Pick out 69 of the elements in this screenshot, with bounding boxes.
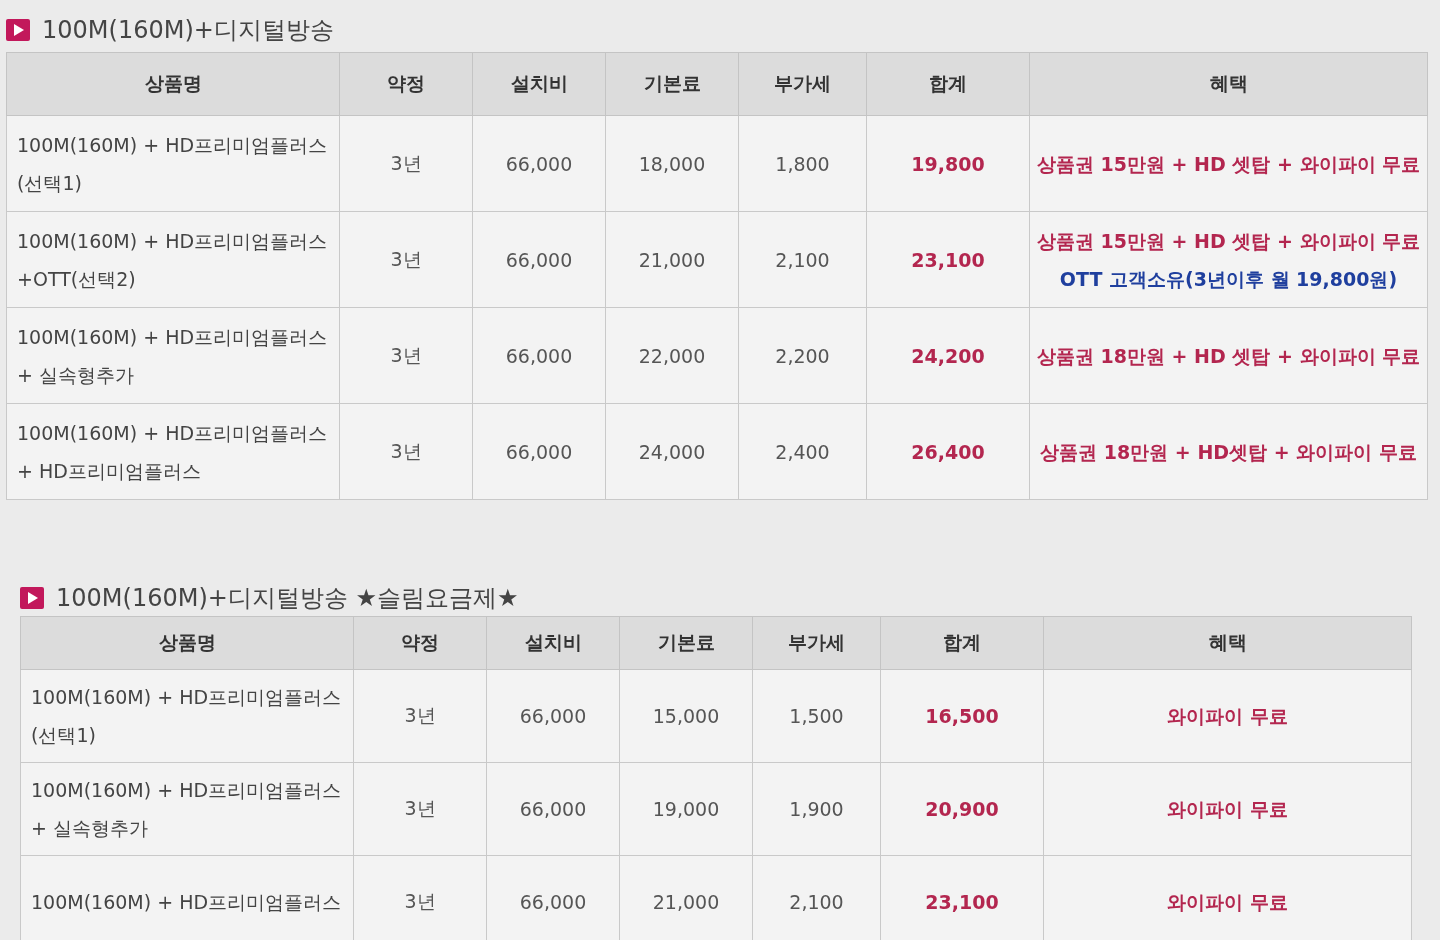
product-name: (선택1)	[31, 723, 97, 748]
product-name: 100M(160M) + HD프리미엄플러스	[17, 324, 329, 350]
table-cell: 3년	[353, 669, 487, 763]
product-name: 100M(160M) + HD프리미엄플러스	[17, 420, 329, 446]
product-name: 100M(160M) + HD프리미엄플러스	[31, 778, 343, 803]
column-header: 혜택	[1029, 52, 1428, 116]
table-cell: 66,000	[472, 403, 606, 500]
column-header: 부가세	[752, 616, 881, 670]
column-header: 상품명	[6, 52, 340, 116]
column-header: 부가세	[738, 52, 867, 116]
total-cell: 26,400	[866, 403, 1030, 500]
table-cell: 3년	[339, 307, 473, 404]
product-name: 100M(160M) + HD프리미엄플러스	[31, 685, 343, 710]
section-title: 100M(160M)+디지털방송	[42, 15, 334, 46]
table-cell: 2,100	[738, 211, 867, 308]
benefit-text: OTT 고객소유(3년이후 월 19,800원)	[1058, 266, 1399, 292]
column-header: 설치비	[486, 616, 620, 670]
product-name: (선택1)	[17, 170, 83, 196]
table-cell: 1,800	[738, 115, 867, 212]
product-name: + HD프리미엄플러스	[17, 458, 202, 484]
total-cell: 16,500	[880, 669, 1044, 763]
table-cell: 22,000	[605, 307, 739, 404]
table-cell: 2,200	[738, 307, 867, 404]
product-name: + 실속형추가	[31, 816, 149, 841]
benefit-text: 와이파이 무료	[1166, 704, 1289, 729]
table-cell: 3년	[339, 403, 473, 500]
benefit-text: 상품권 15만원 + HD 셋탑 + 와이파이 무료	[1035, 228, 1422, 254]
benefit-text: 상품권 15만원 + HD 셋탑 + 와이파이 무료	[1035, 151, 1422, 177]
play-square-icon	[6, 19, 30, 41]
column-header: 약정	[353, 616, 487, 670]
benefit-text: 상품권 18만원 + HD 셋탑 + 와이파이 무료	[1035, 343, 1422, 369]
product-name: + 실속형추가	[17, 362, 135, 388]
product-name: 100M(160M) + HD프리미엄플러스	[17, 228, 329, 254]
table-cell: 19,000	[619, 762, 753, 856]
product-name: 100M(160M) + HD프리미엄플러스	[31, 890, 343, 915]
column-header: 약정	[339, 52, 473, 116]
total-cell: 23,100	[866, 211, 1030, 308]
table-cell: 3년	[339, 115, 473, 212]
table-cell: 2,400	[738, 403, 867, 500]
product-name: 100M(160M) + HD프리미엄플러스	[17, 132, 329, 158]
table-cell: 66,000	[486, 669, 620, 763]
total-cell: 24,200	[866, 307, 1030, 404]
table-cell: 1,900	[752, 762, 881, 856]
table-cell: 18,000	[605, 115, 739, 212]
column-header: 합계	[866, 52, 1030, 116]
benefit-text: 와이파이 무료	[1166, 797, 1289, 822]
benefit-text: 와이파이 무료	[1166, 890, 1289, 915]
table-cell: 66,000	[486, 762, 620, 856]
column-header: 설치비	[472, 52, 606, 116]
table-cell: 3년	[353, 762, 487, 856]
column-header: 혜택	[1043, 616, 1412, 670]
section-title: 100M(160M)+디지털방송 ★슬림요금제★	[56, 583, 519, 614]
table-cell: 66,000	[472, 307, 606, 404]
total-cell: 20,900	[880, 762, 1044, 856]
column-header: 합계	[880, 616, 1044, 670]
table-cell: 1,500	[752, 669, 881, 763]
table-cell: 3년	[339, 211, 473, 308]
table-cell: 66,000	[472, 115, 606, 212]
play-square-icon	[20, 587, 44, 609]
table-cell: 66,000	[472, 211, 606, 308]
table-cell: 15,000	[619, 669, 753, 763]
table-cell: 21,000	[605, 211, 739, 308]
column-header: 기본료	[605, 52, 739, 116]
total-cell: 19,800	[866, 115, 1030, 212]
column-header: 기본료	[619, 616, 753, 670]
product-name: +OTT(선택2)	[17, 266, 137, 292]
column-header: 상품명	[20, 616, 354, 670]
table-cell: 24,000	[605, 403, 739, 500]
benefit-text: 상품권 18만원 + HD셋탑 + 와이파이 무료	[1039, 439, 1418, 465]
